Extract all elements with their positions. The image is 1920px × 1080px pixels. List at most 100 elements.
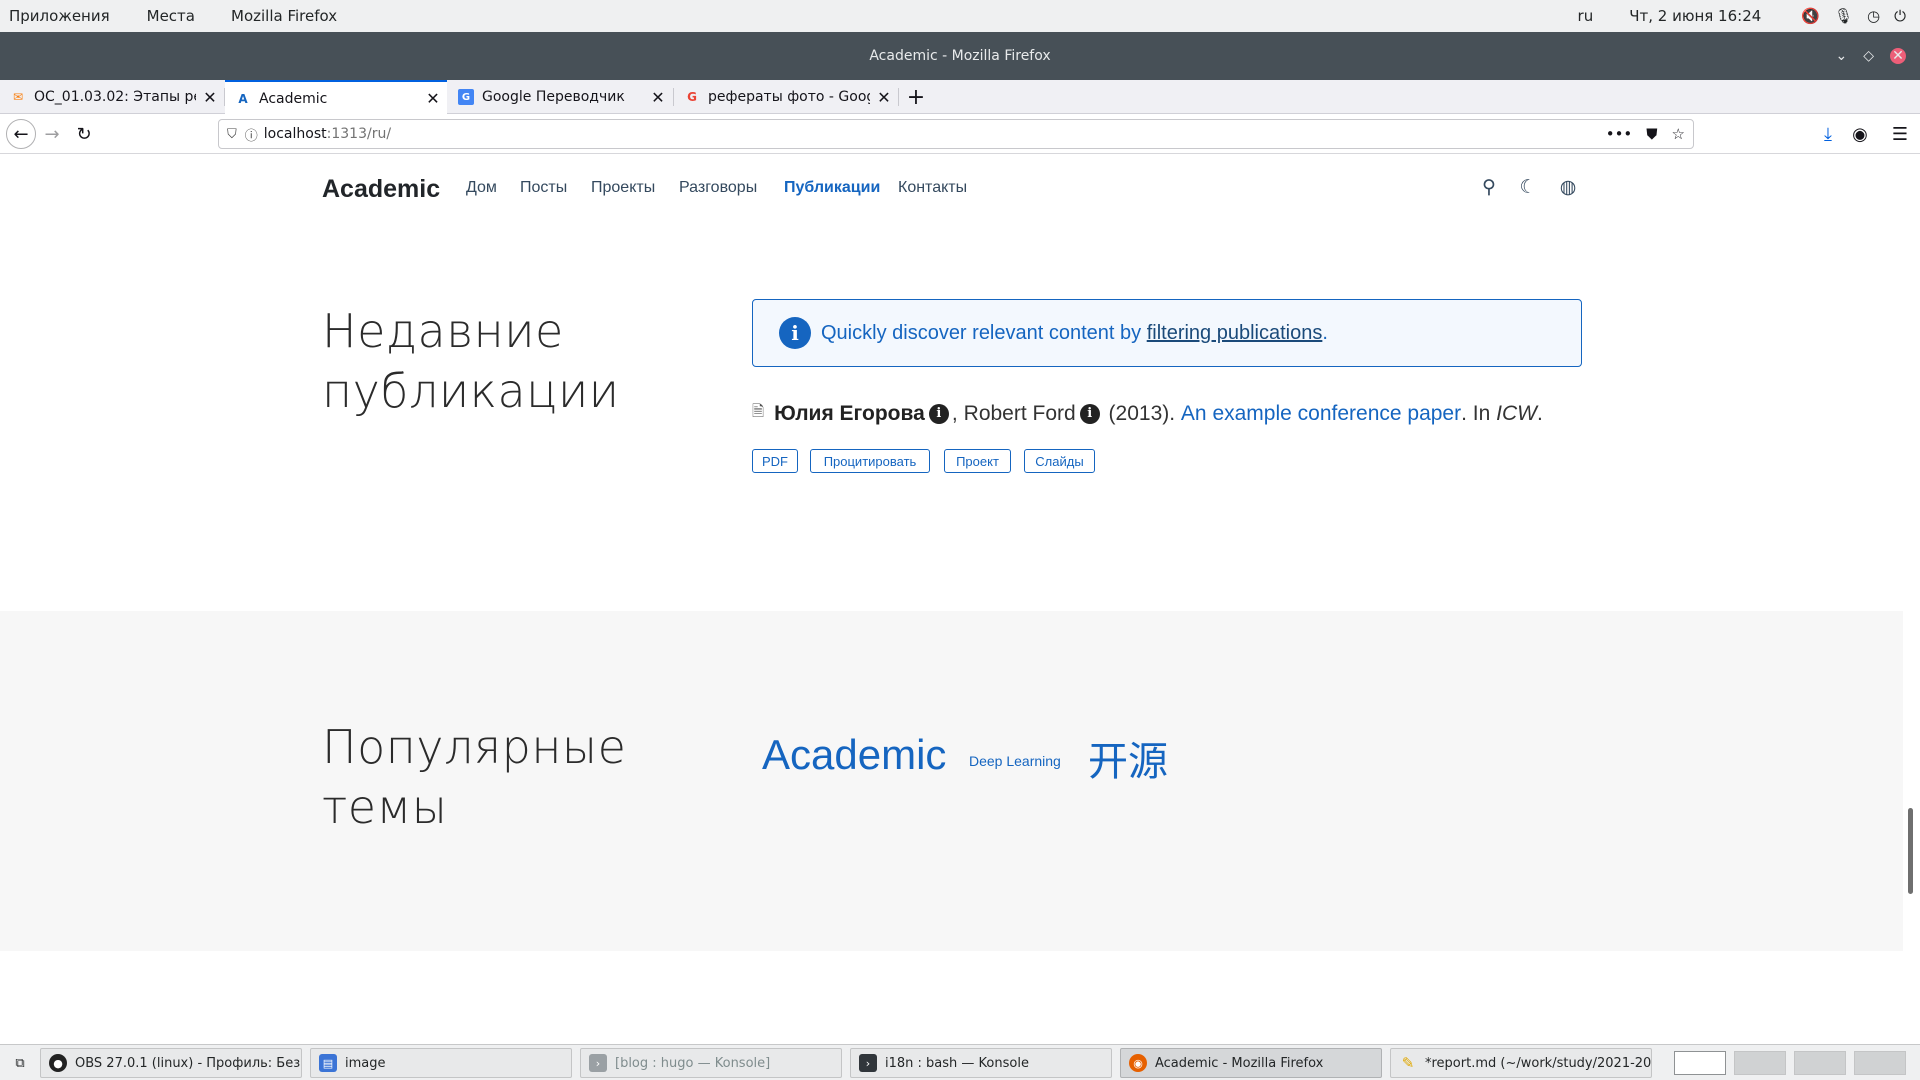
alert-suffix: . [1322,321,1328,344]
citation-end: . [1536,401,1543,425]
url-bar[interactable]: ⛉ ⓘ localhost:1313/ru/ ••• ⛊ ☆ [218,119,1694,149]
task-image-viewer[interactable]: ▤ image [310,1048,572,1078]
nav-publications[interactable]: Публикации [784,179,880,197]
desktop-pager-2[interactable] [1734,1051,1786,1075]
pdf-button[interactable]: PDF [752,449,798,473]
speaker-muted-icon[interactable]: 🔇 [1801,7,1820,25]
forward-button[interactable]: → [38,120,66,148]
language-globe-icon[interactable]: ◍ [1554,173,1582,201]
tag-academic[interactable]: Academic [762,731,946,779]
task-editor-report[interactable]: ✎ *report.md (~/work/study/2021-2022/...… [1390,1048,1652,1078]
image-file-icon: ▤ [319,1054,337,1072]
tag-open-source[interactable]: 开源 [1088,729,1168,787]
clock[interactable]: Чт, 2 июня 16:24 [1629,7,1761,25]
desktop-top-panel: Приложения Места Mozilla Firefox ru Чт, … [0,0,1920,32]
close-tab-icon[interactable]: ✕ [870,88,898,107]
author-name[interactable]: Юлия Егорова [774,402,925,426]
task-konsole-i18n[interactable]: › i18n : bash — Konsole [850,1048,1112,1078]
tab-academic[interactable]: A Academic ✕ [225,80,447,115]
close-tab-icon[interactable]: ✕ [196,88,224,107]
show-desktop-icon[interactable]: ⧉ [4,1048,36,1078]
task-label: *report.md (~/work/study/2021-2022/...) [1425,1055,1652,1071]
places-menu[interactable]: Места [147,7,195,25]
tab-label: рефераты фото - Google Search [708,89,870,105]
site-brand[interactable]: Academic [322,175,440,204]
task-firefox[interactable]: ◉ Academic - Mozilla Firefox [1120,1048,1382,1078]
nav-talks[interactable]: Разговоры [679,179,757,197]
author-info-icon[interactable]: i [1079,403,1100,424]
account-icon[interactable]: ◉ [1846,120,1874,148]
app-menu-icon[interactable]: ☰ [1886,120,1914,148]
downloads-icon[interactable]: ⤓ [1814,120,1842,148]
tab-google-translate[interactable]: G Google Переводчик ✕ [448,80,672,114]
navigation-toolbar: ← → ↻ ⛉ ⓘ localhost:1313/ru/ ••• ⛊ ☆ ⤓ ◉… [0,114,1920,154]
terminal-icon: › [589,1054,607,1072]
applications-menu[interactable]: Приложения [9,7,110,25]
tab-separator [898,88,899,106]
task-label: OBS 27.0.1 (linux) - Профиль: Без назван… [75,1055,301,1071]
task-label: [blog : hugo — Konsole] [615,1055,771,1071]
close-tab-icon[interactable]: ✕ [644,88,672,107]
nav-projects[interactable]: Проекты [591,179,655,197]
desktop-pager-4[interactable] [1854,1051,1906,1075]
tab-google-search[interactable]: G рефераты фото - Google Search ✕ [674,80,898,114]
tab-moodle[interactable]: ✉ ОС_01.03.02: Этапы реализации ✕ [0,80,224,114]
window-title: Academic - Mozilla Firefox [869,48,1051,64]
microphone-icon[interactable]: 🎙 [1834,7,1853,25]
url-text[interactable]: localhost:1313/ru/ [264,126,391,142]
desktop-pager-3[interactable] [1794,1051,1846,1075]
slides-button[interactable]: Слайды [1024,449,1095,473]
author-separator: , [951,401,958,425]
bookmark-star-icon[interactable]: ☆ [1672,125,1685,143]
site-info-icon[interactable]: ⓘ [245,125,258,144]
pocket-icon[interactable]: ⛊ [1646,125,1657,143]
scrollbar-thumb[interactable] [1908,808,1913,894]
minimize-icon[interactable]: ⌄ [1835,48,1847,64]
maximize-icon[interactable]: ◇ [1863,48,1874,64]
task-konsole-blog[interactable]: › [blog : hugo — Konsole] [580,1048,842,1078]
section-title: Популярные темы [322,717,626,837]
page-viewport: Academic Дом Посты Проекты Разговоры Пуб… [0,155,1903,1044]
task-label: Academic - Mozilla Firefox [1155,1055,1324,1071]
desktop-pager-1[interactable] [1674,1051,1726,1075]
power-icon[interactable]: ⏻ [1894,7,1906,25]
page-scrollbar[interactable] [1903,155,1920,1044]
keyboard-layout-indicator[interactable]: ru [1578,7,1594,25]
dark-mode-moon-icon[interactable]: ☾ [1514,173,1542,201]
taskbar: ⧉ ● OBS 27.0.1 (linux) - Профиль: Без на… [0,1044,1920,1080]
system-tray: ru Чт, 2 июня 16:24 🔇 🎙 ◷ ⏻ [1578,0,1920,32]
author-info-icon[interactable]: i [928,403,949,424]
url-host: localhost [263,126,327,142]
task-label: i18n : bash — Konsole [885,1055,1029,1071]
section-title-line: публикации [322,364,620,418]
info-icon: i [779,317,811,349]
nav-home[interactable]: Дом [466,179,497,197]
notifications-icon[interactable]: ◷ [1867,7,1880,25]
author-name[interactable]: Robert Ford [964,402,1076,426]
window-titlebar[interactable]: Academic - Mozilla Firefox ⌄ ◇ ✕ [0,32,1920,80]
window-controls: ⌄ ◇ ✕ [1827,32,1914,80]
cite-button[interactable]: Процитировать [810,449,930,473]
filter-alert: i Quickly discover relevant content by f… [752,299,1582,367]
tag-deep-learning[interactable]: Deep Learning [969,753,1061,769]
alert-prefix: Quickly discover relevant content by [821,321,1147,344]
reload-button[interactable]: ↻ [70,120,98,148]
search-icon[interactable]: ⚲ [1475,173,1503,201]
nav-posts[interactable]: Посты [520,179,567,197]
task-obs[interactable]: ● OBS 27.0.1 (linux) - Профиль: Без назв… [40,1048,302,1078]
publication-title-link[interactable]: An example conference paper [1181,402,1461,426]
terminal-icon: › [859,1054,877,1072]
project-button[interactable]: Проект [944,449,1011,473]
filtering-publications-link[interactable]: filtering publications [1147,322,1323,344]
alert-text: Quickly discover relevant content by fil… [821,322,1328,345]
tracking-protection-icon[interactable]: ⛉ [227,127,237,142]
page-actions-icon[interactable]: ••• [1606,125,1633,143]
close-tab-icon[interactable]: ✕ [419,89,447,108]
academic-icon: A [238,91,248,106]
back-button[interactable]: ← [6,119,36,149]
new-tab-button[interactable]: + [904,80,928,114]
site-header: Academic Дом Посты Проекты Разговоры Пуб… [0,155,1903,225]
close-window-icon[interactable]: ✕ [1890,48,1906,64]
active-app-name[interactable]: Mozilla Firefox [231,7,337,25]
nav-contact[interactable]: Контакты [898,179,967,197]
